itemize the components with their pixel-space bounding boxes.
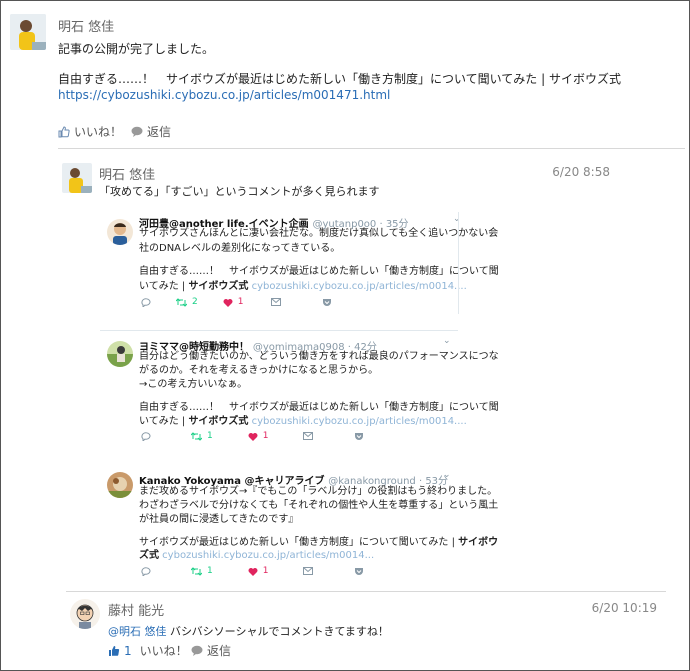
quote-source: ズ式: [139, 550, 159, 561]
post-reply-label: 返信: [147, 125, 172, 139]
tweet-avatar[interactable]: [107, 219, 133, 245]
comment-like-button[interactable]: 1 いいね！: [108, 642, 188, 659]
avatar-illustration: [70, 599, 100, 629]
quote-link[interactable]: cybozushiki.cybozu.co.jp/articles/m0014.…: [248, 281, 467, 292]
retweet-icon: [176, 297, 187, 307]
comment-timestamp: 6/20 8:58: [552, 165, 610, 179]
message-icon[interactable]: [271, 298, 282, 306]
comment-timestamp: 6/20 10:19: [591, 601, 657, 615]
avatar-photo: [62, 163, 92, 193]
retweet-count: 2: [192, 297, 198, 307]
tweet-actions: 1 1: [141, 566, 364, 576]
avatar-photo: [10, 14, 46, 50]
post-text-line-2: 自由すぎる……！ サイボウズが最近はじめた新しい「働き方制度」について聞いてみた…: [58, 72, 621, 86]
avatar-photo: [107, 219, 133, 245]
tweet-text-line: →この考え方いいなぁ。: [139, 379, 248, 390]
tweet-text-line: 自分はどう働きたいのか、どういう働き方をすれば最良のパフォーマンスにつな: [139, 351, 499, 362]
avatar-photo: [107, 472, 133, 498]
tweet-actions: 2 1: [141, 297, 332, 307]
post-article-link[interactable]: https://cybozushiki.cybozu.co.jp/article…: [58, 88, 390, 102]
message-icon[interactable]: [303, 567, 314, 575]
retweet-icon: [191, 431, 202, 441]
reply-icon[interactable]: [141, 297, 151, 307]
quote-text: いてみた |: [139, 281, 189, 292]
post-like-button[interactable]: いいね！: [58, 123, 122, 140]
commenter-avatar[interactable]: [70, 599, 100, 629]
post-reply-button[interactable]: 返信: [131, 123, 171, 140]
tweet-separator: [100, 330, 458, 331]
reply-icon[interactable]: [141, 431, 151, 441]
like-count: 1: [262, 566, 269, 576]
post-text-line-1: 記事の公開が完了しました。: [58, 42, 215, 56]
retweet-icon: [191, 566, 202, 576]
reply-label: 返信: [207, 644, 232, 658]
pocket-icon[interactable]: [354, 567, 364, 576]
comment-text: バシバシソーシャルでコメントきてますね！: [166, 625, 389, 638]
quote-source: サイボウズ式: [188, 281, 249, 292]
like-count: 1: [124, 643, 132, 658]
comment-author-name[interactable]: 藤村 能光: [108, 600, 164, 619]
tweet-text-line: がるのか。それを考えるきっかけになると思うから。: [139, 365, 379, 376]
mention-link[interactable]: @明石 悠佳: [108, 625, 167, 638]
chevron-down-icon[interactable]: ⌄: [443, 336, 451, 346]
retweet-count: 1: [207, 431, 213, 441]
retweet-button[interactable]: 1: [191, 566, 213, 576]
speech-bubble-icon: [131, 126, 143, 137]
quote-text: サイボウズが最近はじめた新しい「働き方制度」について聞いてみた |: [139, 537, 459, 548]
post-divider: [58, 148, 685, 149]
tweet-quote-line: いてみた | サイボウズ式 cybozushiki.cybozu.co.jp/a…: [139, 414, 467, 429]
tweet-border: [458, 212, 459, 314]
thumbs-up-icon: [58, 125, 70, 137]
speech-bubble-icon: [191, 645, 203, 656]
tweet-actions: 1 1: [141, 431, 364, 441]
message-icon[interactable]: [303, 432, 314, 440]
thumbs-up-icon: [109, 645, 120, 656]
quote-source: サイボウズ式: [188, 416, 249, 427]
retweet-button[interactable]: 1: [191, 431, 213, 441]
tweet-avatar[interactable]: [107, 472, 133, 498]
heart-icon: [223, 298, 233, 307]
heart-icon: [248, 432, 258, 441]
like-count: 1: [237, 297, 244, 307]
like-button[interactable]: 1: [248, 566, 269, 576]
chevron-down-icon[interactable]: ⌄: [453, 214, 461, 224]
quote-source: サイボウ: [458, 537, 499, 548]
like-count: 1: [262, 431, 269, 441]
comment-reply-button[interactable]: 返信: [191, 642, 231, 659]
like-label: いいね！: [139, 644, 188, 658]
reply-icon[interactable]: [141, 566, 151, 576]
pocket-icon[interactable]: [322, 298, 332, 307]
tweet-avatar[interactable]: [107, 341, 133, 367]
heart-icon: [248, 567, 258, 576]
retweet-button[interactable]: 2: [176, 297, 198, 307]
tweet-text-line: まだ攻めるサイボウズ→『でもこの「ラベル分け」の役割はもう終わりました。: [139, 486, 498, 497]
quote-link[interactable]: cybozushiki.cybozu.co.jp/articles/m0014.…: [248, 416, 467, 427]
comment-author-name[interactable]: 明石 悠佳: [99, 164, 155, 183]
retweet-count: 1: [207, 566, 213, 576]
post-like-label: いいね！: [74, 125, 123, 139]
post-author-name[interactable]: 明石 悠佳: [58, 16, 114, 35]
tweet-quote-line: いてみた | サイボウズ式 cybozushiki.cybozu.co.jp/a…: [139, 279, 467, 294]
tweet-quote-line: 自由すぎる……！ サイボウズが最近はじめた新しい「働き方制度」について聞: [139, 266, 499, 277]
pocket-icon[interactable]: [354, 432, 364, 441]
chevron-down-icon[interactable]: ⌄: [443, 470, 451, 480]
comment-body: @明石 悠佳 バシバシソーシャルでコメントきてますね！: [108, 623, 389, 639]
tweet-text-line: 社のDNAレベルの差別化になってきている。: [139, 243, 341, 254]
comment-divider: [66, 591, 666, 592]
tweet-quote-line: ズ式 cybozushiki.cybozu.co.jp/articles/m00…: [139, 548, 374, 563]
commenter-avatar[interactable]: [62, 163, 92, 193]
tweet-quote-line: 自由すぎる……！ サイボウズが最近はじめた新しい「働き方制度」について聞: [139, 402, 499, 413]
tweet-text-line: わざわざラベルで分けなくても「それぞれの個性や人生を尊重する」という風土: [139, 500, 499, 511]
tweet-text-line: サイボウズさんほんとに凄い会社だな。制度だけ真似しても全く追いつかない会: [139, 228, 499, 239]
tweet-text-line: が社員の間に浸透してきたのです』: [139, 514, 299, 525]
author-avatar[interactable]: [10, 14, 46, 50]
quote-link[interactable]: cybozushiki.cybozu.co.jp/articles/m0014.…: [159, 550, 374, 561]
comment-text: 「攻めてる」「すごい」というコメントが多く見られます: [99, 185, 380, 198]
like-button[interactable]: 1: [248, 431, 269, 441]
like-button[interactable]: 1: [223, 297, 244, 307]
avatar-photo: [107, 341, 133, 367]
quote-text: いてみた |: [139, 416, 189, 427]
